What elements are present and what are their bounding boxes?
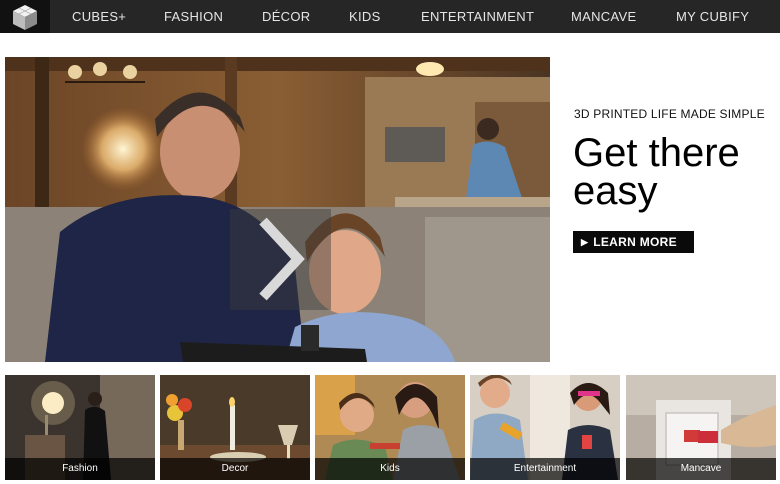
thumbnail-caption: Fashion — [5, 458, 155, 480]
promo-headline: Get there easy — [573, 131, 740, 213]
thumbnail-mancave[interactable]: Mancave — [626, 375, 776, 480]
nav-item-kids[interactable]: KIDS — [349, 0, 381, 33]
thumbnail-caption: Kids — [315, 458, 465, 480]
thumbnail-fashion[interactable]: Fashion — [5, 375, 155, 480]
nav-item-entertainment[interactable]: ENTERTAINMENT — [421, 0, 534, 33]
top-nav: CUBES+ FASHION DÉCOR KIDS ENTERTAINMENT … — [0, 0, 780, 33]
learn-more-button[interactable]: ▶ LEARN MORE — [573, 231, 694, 253]
thumbnail-caption: Entertainment — [470, 458, 620, 480]
thumbnail-kids[interactable]: Kids — [315, 375, 465, 480]
cube-logo-icon — [13, 4, 37, 30]
play-arrow-icon: ▶ — [581, 236, 589, 247]
nav-item-mancave[interactable]: MANCAVE — [571, 0, 636, 33]
cubify-logo[interactable] — [0, 0, 50, 33]
thumbnail-decor[interactable]: Decor — [160, 375, 310, 480]
nav-item-cubes-plus[interactable]: CUBES+ — [72, 0, 126, 33]
nav-item-decor[interactable]: DÉCOR — [262, 0, 310, 33]
thumbnail-caption: Decor — [160, 458, 310, 480]
nav-item-fashion[interactable]: FASHION — [164, 0, 223, 33]
hero-slideshow[interactable] — [5, 57, 550, 362]
thumbnail-entertainment[interactable]: Entertainment — [470, 375, 620, 480]
learn-more-label: LEARN MORE — [593, 235, 677, 249]
chevron-right-icon — [259, 217, 305, 301]
nav-item-my-cubify[interactable]: MY CUBIFY — [676, 0, 749, 33]
promo-eyebrow: 3D PRINTED LIFE MADE SIMPLE — [574, 107, 765, 121]
hero-next-button[interactable] — [230, 209, 331, 310]
thumbnail-caption: Mancave — [626, 458, 776, 480]
